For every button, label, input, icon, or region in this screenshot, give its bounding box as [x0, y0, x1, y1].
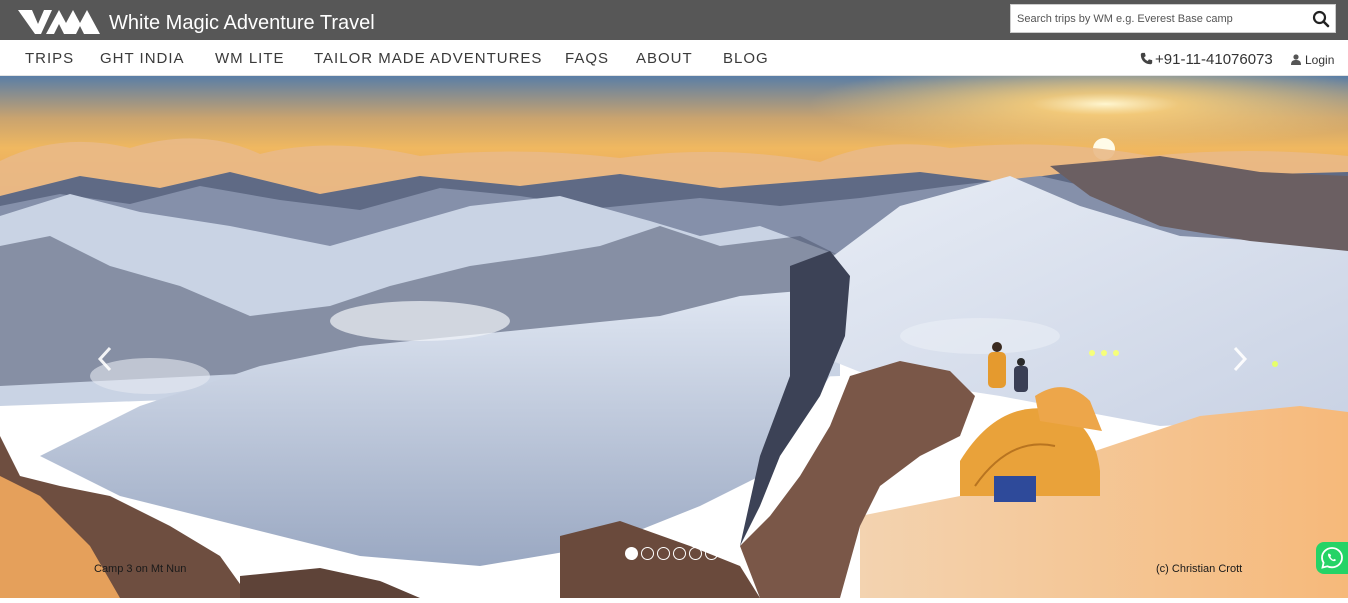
slide-dot-5[interactable]	[689, 547, 702, 560]
whatsapp-button[interactable]	[1316, 542, 1348, 574]
whatsapp-icon	[1321, 547, 1343, 569]
nav-wm-lite[interactable]: WM LITE	[215, 50, 285, 68]
nav-faqs[interactable]: FAQS	[565, 50, 609, 68]
slide-caption: Camp 3 on Mt Nun	[94, 563, 187, 575]
nav-trips[interactable]: TRIPS	[25, 50, 74, 68]
photo-credit: (c) Christian Crott	[1156, 563, 1243, 575]
hero-slider: Camp 3 on Mt Nun (c) Christian Crott	[0, 76, 1348, 598]
slide-dot-4[interactable]	[673, 547, 686, 560]
search-button[interactable]	[1311, 9, 1331, 29]
chevron-right-icon	[1233, 346, 1248, 372]
phone-number[interactable]: +91-11-41076073	[1140, 51, 1273, 69]
search-icon	[1312, 10, 1330, 28]
hero-image	[0, 76, 1348, 598]
phone-text: +91-11-41076073	[1155, 51, 1273, 68]
search-box	[1010, 4, 1336, 33]
slide-dot-1[interactable]	[625, 547, 638, 560]
chevron-left-icon	[97, 346, 112, 372]
phone-icon	[1140, 52, 1153, 65]
slide-dot-2[interactable]	[641, 547, 654, 560]
nav-tailor-made[interactable]: TAILOR MADE ADVENTURES	[314, 50, 542, 68]
search-input[interactable]	[1011, 5, 1307, 32]
slide-indicators	[625, 547, 721, 561]
top-bar: White Magic Adventure Travel	[0, 0, 1348, 40]
login-link[interactable]: Login	[1291, 53, 1334, 67]
slide-dot-3[interactable]	[657, 547, 670, 560]
prev-slide-button[interactable]	[94, 344, 116, 374]
login-label: Login	[1305, 53, 1335, 67]
main-nav: TRIPS GHT INDIA WM LITE TAILOR MADE ADVE…	[0, 40, 1348, 76]
nav-blog[interactable]: BLOG	[723, 50, 769, 68]
brand-name[interactable]: White Magic Adventure Travel	[109, 11, 375, 35]
brand-logo[interactable]	[18, 10, 100, 34]
slide-dot-6[interactable]	[705, 547, 718, 560]
nav-about[interactable]: ABOUT	[636, 50, 693, 68]
user-icon	[1291, 54, 1301, 65]
nav-ght-india[interactable]: GHT INDIA	[100, 50, 185, 68]
wm-logo-icon	[18, 10, 100, 34]
next-slide-button[interactable]	[1229, 344, 1251, 374]
